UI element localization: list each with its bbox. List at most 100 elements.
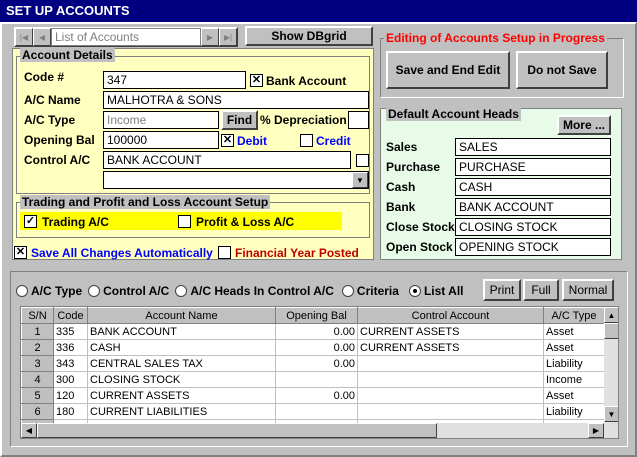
scroll-thumb[interactable]	[604, 323, 618, 339]
table-row[interactable]: 2 336 CASH 0.00 CURRENT ASSETS Asset	[21, 339, 605, 356]
grid-column-header[interactable]: S/N	[21, 307, 54, 324]
radio-control-ac[interactable]	[88, 285, 101, 297]
table-cell[interactable]: 0.00	[275, 323, 358, 340]
table-cell[interactable]: 0.00	[275, 339, 358, 356]
scroll-right-icon[interactable]: ▶	[588, 423, 604, 438]
ac-type-field[interactable]: Income	[103, 111, 219, 129]
default-head-field[interactable]: OPENING STOCK	[455, 238, 611, 256]
default-head-field[interactable]: PURCHASE	[455, 158, 611, 176]
grid-column-header[interactable]: Code	[53, 307, 88, 324]
table-cell[interactable]: 4	[21, 371, 54, 388]
grid-column-header[interactable]: Control Account	[357, 307, 544, 324]
show-dbgrid-button[interactable]: Show DBgrid	[245, 26, 373, 46]
debit-checkbox[interactable]: ✕	[221, 134, 234, 147]
table-cell[interactable]: 120	[53, 387, 88, 404]
default-head-field[interactable]: CLOSING STOCK	[455, 218, 611, 236]
table-cell[interactable]: 343	[53, 355, 88, 372]
credit-checkbox[interactable]	[300, 134, 313, 147]
control-ac-field[interactable]: BANK ACCOUNT	[103, 151, 351, 169]
prev-record-button[interactable]: ◀	[33, 28, 51, 46]
horizontal-scrollbar[interactable]: ◀ ▶	[21, 423, 604, 438]
list-of-accounts-combo[interactable]: List of Accounts	[51, 28, 201, 46]
save-auto-checkbox[interactable]: ✕	[14, 246, 27, 259]
default-head-field[interactable]: CASH	[455, 178, 611, 196]
table-row[interactable]: 3 343 CENTRAL SALES TAX 0.00 Liability	[21, 355, 605, 372]
table-cell[interactable]: 0.00	[275, 355, 358, 372]
table-cell[interactable]: 335	[53, 323, 88, 340]
table-cell[interactable]: CLOSING STOCK	[87, 371, 276, 388]
print-button[interactable]: Print	[483, 279, 521, 301]
ac-name-field[interactable]: MALHOTRA & SONS	[103, 91, 369, 109]
radio-criteria[interactable]	[341, 285, 354, 297]
table-row[interactable]: 5 120 CURRENT ASSETS 0.00 Asset	[21, 387, 605, 404]
pl-ac-checkbox[interactable]	[178, 215, 191, 228]
table-cell[interactable]	[357, 371, 544, 388]
table-cell[interactable]: CURRENT ASSETS	[87, 387, 276, 404]
table-cell[interactable]: 3	[21, 355, 54, 372]
table-cell[interactable]	[357, 403, 544, 420]
opening-bal-field[interactable]: 100000	[103, 131, 219, 149]
table-cell[interactable]: 2	[21, 339, 54, 356]
table-cell[interactable]: 6	[21, 403, 54, 420]
table-cell[interactable]	[275, 403, 358, 420]
radio-ac-type[interactable]	[16, 285, 28, 297]
scroll-down-icon[interactable]: ▼	[604, 406, 618, 422]
table-cell[interactable]: Liability	[543, 403, 605, 420]
default-head-field[interactable]: BANK ACCOUNT	[455, 198, 611, 216]
control-ac-checkbox[interactable]	[356, 154, 369, 167]
opening-bal-label: Opening Bal	[24, 133, 95, 147]
save-end-edit-button[interactable]: Save and End Edit	[386, 51, 510, 89]
last-record-button[interactable]: ▶|	[219, 28, 237, 46]
control-ac-dropdown[interactable]	[103, 171, 369, 189]
table-cell[interactable]: Asset	[543, 387, 605, 404]
table-cell[interactable]: BANK ACCOUNT	[87, 323, 276, 340]
normal-button[interactable]: Normal	[562, 279, 614, 301]
vertical-scrollbar[interactable]: ▲ ▼	[604, 307, 618, 438]
table-cell[interactable]: 5	[21, 387, 54, 404]
grid-column-header[interactable]: Account Name	[87, 307, 276, 324]
table-cell[interactable]: CENTRAL SALES TAX	[87, 355, 276, 372]
table-cell[interactable]	[357, 355, 544, 372]
grid-column-header[interactable]: Opening Bal	[275, 307, 358, 324]
table-cell[interactable]: 0.00	[275, 387, 358, 404]
table-row[interactable]: 4 300 CLOSING STOCK Income	[21, 371, 605, 388]
table-cell[interactable]: CURRENT ASSETS	[357, 323, 544, 340]
table-cell[interactable]: 336	[53, 339, 88, 356]
grid-column-header[interactable]: A/C Type	[543, 307, 605, 324]
radio-heads-in-control[interactable]	[175, 285, 188, 297]
chevron-down-icon[interactable]: ▼	[352, 172, 368, 188]
depreciation-field[interactable]	[348, 111, 369, 129]
bank-account-checkbox[interactable]: ✕	[250, 74, 263, 87]
table-cell[interactable]: 1	[21, 323, 54, 340]
fy-posted-checkbox[interactable]	[218, 246, 231, 259]
table-cell[interactable]: 300	[53, 371, 88, 388]
table-cell[interactable]: 180	[53, 403, 88, 420]
table-cell[interactable]: Asset	[543, 339, 605, 356]
table-cell[interactable]	[357, 387, 544, 404]
default-heads-title: Default Account Heads	[386, 107, 521, 121]
scroll-left-icon[interactable]: ◀	[21, 423, 37, 438]
radio-list-all[interactable]	[408, 285, 421, 297]
trading-ac-checkbox[interactable]: ✓	[24, 215, 37, 228]
full-button[interactable]: Full	[523, 279, 559, 301]
table-cell[interactable]: Liability	[543, 355, 605, 372]
default-head-field[interactable]: SALES	[455, 138, 611, 156]
hscroll-thumb[interactable]	[37, 423, 437, 438]
table-cell[interactable]: Income	[543, 371, 605, 388]
editing-status: Editing of Accounts Setup in Progress	[384, 31, 607, 45]
more-button[interactable]: More ...	[557, 115, 611, 135]
table-cell[interactable]: Asset	[543, 323, 605, 340]
find-button[interactable]: Find	[221, 110, 258, 130]
code-field[interactable]: 347	[103, 71, 246, 89]
next-record-button[interactable]: ▶	[201, 28, 219, 46]
table-row[interactable]: 6 180 CURRENT LIABILITIES Liability	[21, 403, 605, 420]
table-cell[interactable]: CURRENT LIABILITIES	[87, 403, 276, 420]
table-cell[interactable]: CASH	[87, 339, 276, 356]
table-cell[interactable]: CURRENT ASSETS	[357, 339, 544, 356]
first-record-button[interactable]: |◀	[15, 28, 33, 46]
table-cell[interactable]	[275, 371, 358, 388]
trading-title: Trading and Profit and Loss Account Setu…	[20, 195, 271, 209]
table-row[interactable]: 1 335 BANK ACCOUNT 0.00 CURRENT ASSETS Asset	[21, 323, 605, 340]
scroll-up-icon[interactable]: ▲	[604, 307, 618, 323]
do-not-save-button[interactable]: Do not Save	[516, 51, 608, 89]
